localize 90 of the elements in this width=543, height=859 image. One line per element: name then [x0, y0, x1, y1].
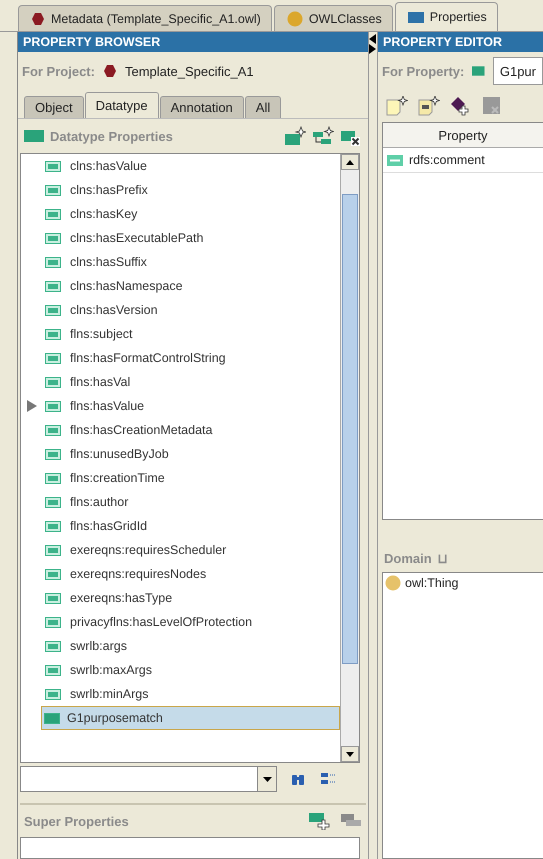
create-property-icon[interactable] — [284, 126, 306, 146]
panel-header: PROPERTY BROWSER — [18, 32, 368, 52]
list-view-icon[interactable] — [319, 772, 337, 786]
property-item[interactable]: flns:hasGridId — [67, 517, 150, 535]
collapse-arrow-icon[interactable] — [369, 34, 376, 44]
property-icon — [45, 208, 61, 220]
property-icon — [472, 65, 485, 77]
scroll-down-icon[interactable] — [346, 752, 354, 756]
property-item[interactable]: swrlb:maxArgs — [67, 661, 155, 679]
property-item[interactable]: flns:hasFormatControlString — [67, 349, 229, 367]
property-item[interactable]: clns:hasExecutablePath — [67, 229, 206, 247]
property-icon — [408, 12, 424, 22]
editor-tab[interactable]: OWLClasses — [274, 5, 393, 31]
project-name: Template_Specific_A1 — [124, 64, 254, 78]
property-item[interactable]: clns:hasPrefix — [67, 181, 151, 199]
property-icon — [45, 376, 61, 388]
property-item[interactable]: swrlb:minArgs — [67, 685, 152, 703]
expand-arrow-icon[interactable] — [369, 44, 376, 54]
property-icon — [45, 472, 61, 484]
union-symbol: ⊔ — [438, 551, 448, 566]
section-title: Datatype Properties — [50, 128, 174, 144]
create-subproperty-icon[interactable] — [312, 126, 334, 146]
property-item[interactable]: privacyflns:hasLevelOfProtection — [67, 613, 256, 631]
property-item[interactable]: flns:unusedByJob — [67, 445, 172, 463]
property-item[interactable]: swrlb:args — [67, 637, 130, 655]
editor-tab[interactable]: Properties — [394, 2, 498, 31]
property-type-tab[interactable]: Object — [24, 96, 84, 118]
property-item[interactable]: G1purposematch — [41, 706, 340, 730]
property-item[interactable]: exereqns:requiresNodes — [67, 565, 210, 583]
property-type-tab[interactable]: Datatype — [84, 92, 159, 118]
domain-class[interactable]: owl:Thing — [405, 576, 458, 590]
project-label: For Project: — [22, 64, 95, 78]
property-name-field[interactable]: G1pur — [492, 57, 543, 85]
add-superproperty-icon[interactable] — [308, 812, 330, 830]
property-type-tab[interactable]: Annotation — [160, 96, 244, 118]
panel-header: PROPERTY EDITOR — [378, 32, 543, 52]
property-icon — [45, 400, 61, 412]
editor-tab[interactable]: Metadata (Template_Specific_A1.owl) — [18, 5, 272, 31]
circle-icon — [385, 575, 401, 591]
property-icon — [45, 232, 61, 244]
property-icon — [45, 640, 61, 652]
property-item[interactable]: clns:hasNamespace — [67, 277, 186, 295]
scrollbar[interactable] — [340, 154, 359, 762]
new-note-icon[interactable] — [386, 96, 408, 116]
property-label: For Property: — [382, 64, 464, 78]
property-icon — [45, 160, 61, 172]
new-document-icon[interactable] — [418, 96, 440, 116]
property-item[interactable]: clns:hasVersion — [67, 301, 161, 319]
property-item[interactable]: flns:hasVal — [67, 373, 134, 391]
property-icon — [45, 448, 61, 460]
property-icon — [45, 184, 61, 196]
circle-icon — [286, 10, 303, 26]
property-item[interactable]: clns:hasSuffix — [67, 253, 150, 271]
table-cell: rdfs:comment — [409, 153, 485, 167]
property-icon — [45, 520, 61, 532]
property-item[interactable]: clns:hasKey — [67, 205, 140, 223]
property-icon — [45, 616, 61, 628]
search-field[interactable] — [20, 766, 277, 792]
domain-label: Domain — [384, 551, 432, 566]
property-item[interactable]: flns:subject — [67, 325, 136, 343]
property-icon — [45, 424, 61, 436]
property-icon — [45, 544, 61, 556]
hexagon-icon — [31, 12, 45, 26]
property-icon — [45, 256, 61, 268]
property-icon — [45, 280, 61, 292]
dropdown-caret-icon[interactable] — [262, 776, 272, 782]
property-icon — [45, 352, 61, 364]
property-item[interactable]: flns:hasValue — [67, 397, 148, 415]
column-header[interactable]: Property — [383, 123, 543, 148]
hexagon-icon — [102, 64, 117, 78]
property-icon — [24, 130, 44, 142]
property-icon — [45, 568, 61, 580]
scroll-up-icon[interactable] — [346, 160, 354, 164]
property-type-tab[interactable]: All — [244, 96, 282, 118]
property-item[interactable]: clns:hasValue — [67, 157, 150, 175]
property-item[interactable]: flns:creationTime — [67, 469, 168, 487]
property-icon — [45, 496, 61, 508]
property-item[interactable]: flns:author — [67, 493, 132, 511]
property-icon — [45, 688, 61, 700]
property-icon — [45, 328, 61, 340]
annotation-property-icon — [387, 154, 403, 166]
remove-superproperty-icon[interactable] — [340, 813, 362, 829]
property-item[interactable]: flns:hasCreationMetadata — [67, 421, 216, 439]
property-item[interactable]: exereqns:requiresScheduler — [67, 541, 230, 559]
property-icon — [44, 712, 60, 724]
section-title: Super Properties — [24, 814, 130, 828]
property-icon — [45, 592, 61, 604]
property-icon — [45, 664, 61, 676]
property-item[interactable]: exereqns:hasType — [67, 589, 176, 607]
property-icon — [45, 304, 61, 316]
